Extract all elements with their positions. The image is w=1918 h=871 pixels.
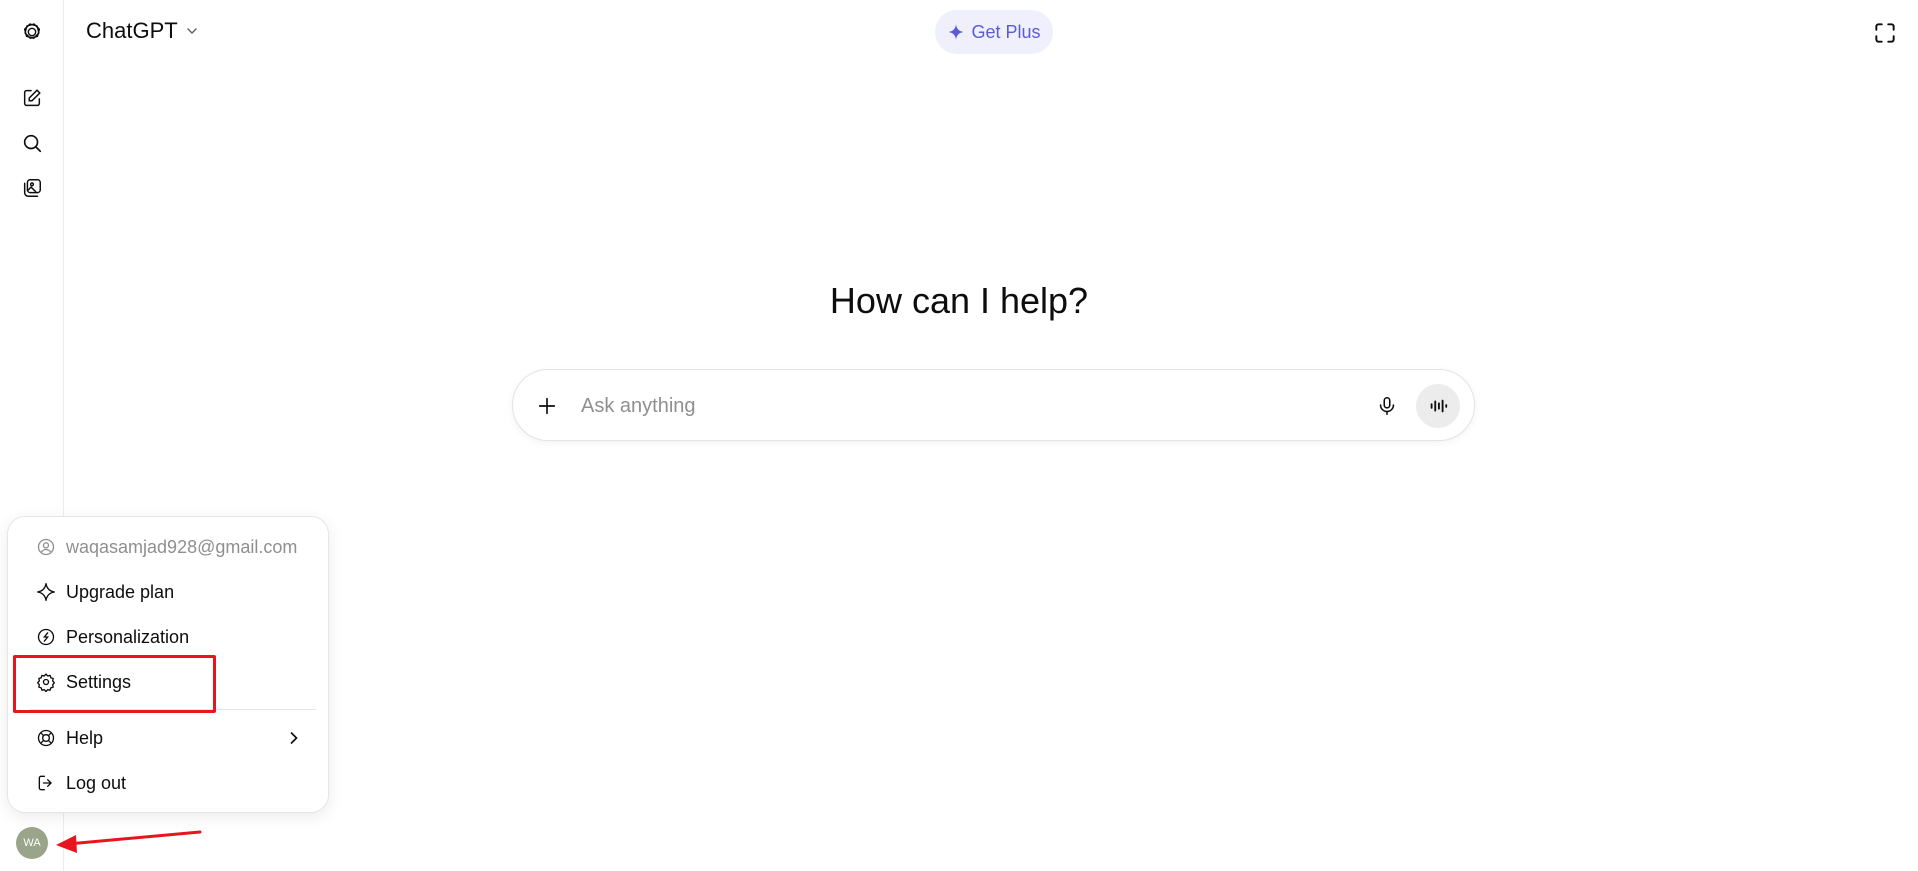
menu-item-personalization[interactable]: Personalization [20, 617, 316, 657]
get-plus-button[interactable]: Get Plus [935, 10, 1053, 54]
personalization-icon [37, 628, 55, 646]
waveform-icon [1430, 399, 1448, 413]
plus-icon [538, 397, 556, 415]
help-label: Help [66, 727, 104, 748]
sparkle-icon [37, 583, 55, 601]
model-name: ChatGPT [86, 18, 178, 43]
account-menu: waqasamjad928@gmail.com Upgrade plan Per… [7, 516, 329, 813]
menu-item-help[interactable]: Help [20, 718, 316, 758]
dictate-button[interactable] [1371, 390, 1403, 422]
email-text: waqasamjad928@gmail.com [66, 536, 298, 557]
new-chat-icon[interactable] [16, 82, 48, 114]
avatar[interactable]: WA [16, 827, 48, 859]
temporary-chat-icon[interactable] [1872, 20, 1898, 46]
chevron-down-icon [187, 28, 197, 34]
menu-item-upgrade-plan[interactable]: Upgrade plan [20, 572, 316, 612]
sparkle-icon [948, 24, 964, 40]
composer [512, 369, 1475, 441]
avatar-initials: WA [23, 837, 41, 849]
log-out-label: Log out [66, 772, 127, 793]
voice-mode-button[interactable] [1416, 384, 1460, 428]
lifebuoy-icon [37, 729, 55, 747]
upgrade-plan-label: Upgrade plan [66, 581, 175, 602]
logout-icon [38, 775, 52, 791]
chevron-right-icon [290, 732, 298, 744]
menu-item-settings[interactable]: Settings [20, 662, 316, 702]
menu-item-log-out[interactable]: Log out [20, 763, 316, 803]
add-attachment-button[interactable] [531, 390, 563, 422]
microphone-icon [1379, 396, 1395, 416]
settings-label: Settings [66, 671, 132, 692]
menu-divider [30, 709, 316, 710]
search-icon[interactable] [16, 127, 48, 159]
menu-item-email: waqasamjad928@gmail.com [20, 527, 316, 567]
heading-text: How can I help? [829, 280, 1089, 321]
get-plus-label: Get Plus [971, 21, 1041, 42]
user-circle-icon [37, 538, 55, 556]
library-icon[interactable] [16, 172, 48, 204]
openai-logo-icon[interactable] [16, 16, 48, 48]
gear-icon [37, 673, 55, 692]
page-heading: How can I help? [0, 280, 1918, 322]
personalization-label: Personalization [66, 626, 190, 647]
model-switcher[interactable]: ChatGPT [86, 18, 200, 44]
prompt-input[interactable] [579, 388, 1279, 424]
